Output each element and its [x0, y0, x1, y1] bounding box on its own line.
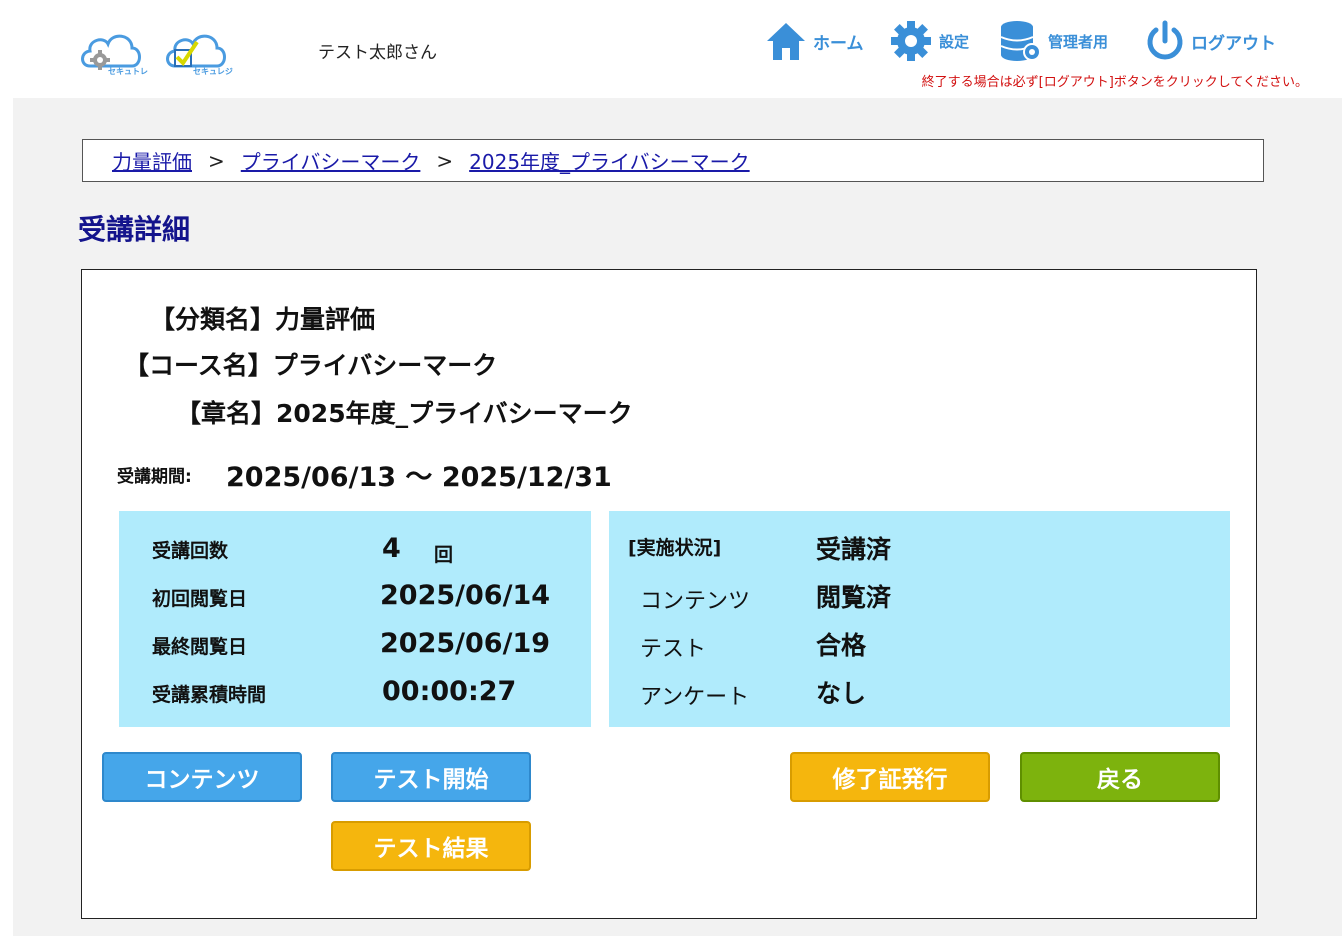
total-time-value: 00:00:27 — [382, 676, 517, 707]
count-label: 受講回数 — [152, 540, 229, 562]
nav-home[interactable]: ホーム — [765, 18, 864, 64]
survey-status-label: アンケート — [640, 685, 750, 710]
breadcrumb-chapter[interactable]: 2025年度_プライバシーマーク — [469, 146, 750, 175]
survey-status-value: なし — [816, 679, 867, 708]
logo-label: セキュレジ — [193, 67, 233, 76]
total-time-label: 受講累積時間 — [152, 684, 267, 706]
database-gear-icon — [1000, 21, 1041, 61]
status-heading-label: [実施状況] — [628, 537, 722, 559]
first-view-label: 初回閲覧日 — [152, 588, 248, 610]
course-row: 【コース名】プライバシーマーク — [124, 346, 497, 382]
logo-label: セキュトレ — [108, 67, 148, 76]
header: セキュトレ セキュレジ テスト太郎さん ホーム 設定 管理者用 ログアウト 終了… — [0, 0, 1342, 98]
nav-settings-label: 設定 — [939, 32, 970, 51]
course-label: 【コース名】 — [124, 351, 273, 380]
sekutore-logo[interactable]: セキュトレ — [78, 22, 148, 82]
contents-status-label: コンテンツ — [640, 589, 751, 614]
breadcrumb-category[interactable]: 力量評価 — [112, 146, 192, 175]
contents-button[interactable]: コンテンツ — [102, 752, 302, 802]
breadcrumb-separator: > — [436, 148, 454, 173]
category-label: 【分類名】 — [150, 305, 276, 334]
home-icon — [767, 23, 805, 60]
breadcrumb: 力量評価 > プライバシーマーク > 2025年度_プライバシーマーク — [82, 139, 1264, 182]
sekurereji-logo[interactable]: セキュレジ — [163, 22, 233, 82]
back-button[interactable]: 戻る — [1020, 752, 1220, 802]
nav-logout[interactable]: ログアウト — [1145, 18, 1276, 64]
logout-notice: 終了する場合は必ず[ログアウト]ボタンをクリックしてください。 — [921, 75, 1308, 90]
chapter-row: 【章名】2025年度_プライバシーマーク — [176, 394, 633, 430]
breadcrumb-separator: > — [208, 148, 225, 173]
nav-admin-label: 管理者用 — [1048, 32, 1109, 51]
last-view-label: 最終閲覧日 — [152, 636, 248, 658]
period-label: 受講期間: — [117, 467, 192, 487]
last-view-value: 2025/06/19 — [380, 628, 551, 659]
count-value: 4 — [382, 533, 401, 564]
nav-logout-label: ログアウト — [1191, 33, 1276, 54]
status-heading-value: 受講済 — [816, 535, 892, 564]
page-title: 受講詳細 — [78, 213, 191, 246]
contents-status-value: 閲覧済 — [816, 583, 892, 612]
period-value: 2025/06/13 ～ 2025/12/31 — [226, 462, 612, 493]
test-result-button[interactable]: テスト結果 — [331, 821, 531, 871]
first-view-value: 2025/06/14 — [380, 580, 551, 611]
gear-icon — [891, 21, 931, 61]
breadcrumb-course[interactable]: プライバシーマーク — [241, 146, 421, 175]
nav-admin[interactable]: 管理者用 — [1000, 18, 1108, 64]
nav-settings[interactable]: 設定 — [889, 18, 969, 64]
test-status-value: 合格 — [816, 631, 867, 660]
username: テスト太郎さん — [318, 43, 437, 63]
course-value: プライバシーマーク — [272, 351, 498, 380]
nav-home-label: ホーム — [813, 33, 864, 54]
power-icon — [1147, 20, 1183, 60]
certificate-button[interactable]: 修了証発行 — [790, 752, 990, 802]
count-unit: 回 — [434, 544, 454, 566]
test-start-button[interactable]: テスト開始 — [331, 752, 531, 802]
chapter-value: 2025年度_プライバシーマーク — [276, 399, 633, 428]
category-row: 【分類名】力量評価 — [150, 300, 375, 336]
chapter-label: 【章名】 — [176, 399, 277, 428]
test-status-label: テスト — [640, 637, 707, 662]
category-value: 力量評価 — [275, 305, 376, 334]
